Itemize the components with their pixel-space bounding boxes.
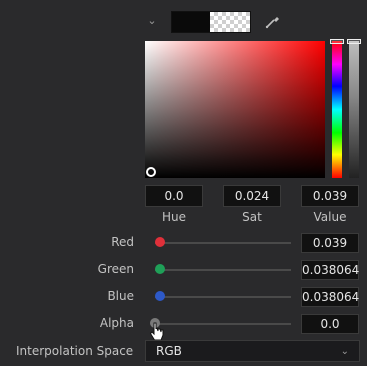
value-slider-bar[interactable] <box>349 41 359 178</box>
interpolation-space-dropdown[interactable]: RGB ⌄ <box>145 340 360 362</box>
sat-input[interactable]: 0.024 <box>223 185 281 207</box>
alpha-checker-swatch <box>210 12 250 32</box>
value-label: Value <box>313 210 347 224</box>
interpolation-space-value: RGB <box>156 344 182 358</box>
blue-label: Blue <box>107 289 134 303</box>
swatch-dropdown-chevron-icon[interactable]: ⌄ <box>143 12 161 30</box>
current-color-swatch <box>172 12 210 32</box>
chevron-down-icon: ⌄ <box>340 345 349 357</box>
eyedropper-icon[interactable] <box>264 12 282 30</box>
value-slider-thumb[interactable] <box>347 39 361 44</box>
saturation-value-marker[interactable] <box>146 167 156 177</box>
red-slider-track[interactable] <box>155 242 291 244</box>
alpha-value-input[interactable]: 0.0 <box>301 314 359 334</box>
interpolation-space-label: Interpolation Space <box>16 344 134 358</box>
red-value-input[interactable]: 0.039 <box>301 233 359 253</box>
green-label: Green <box>97 262 134 276</box>
hue-label: Hue <box>161 210 186 224</box>
hue-slider-bar[interactable] <box>332 41 342 178</box>
red-label: Red <box>111 235 134 249</box>
blue-value-input[interactable]: 0.038064 <box>301 287 359 307</box>
blue-slider-thumb[interactable] <box>155 291 166 301</box>
sat-label: Sat <box>242 210 262 224</box>
red-slider-thumb[interactable] <box>155 237 166 247</box>
value-input[interactable]: 0.039 <box>301 185 359 207</box>
hue-slider-thumb[interactable] <box>330 39 344 44</box>
hue-input[interactable]: 0.0 <box>145 185 203 207</box>
color-swatch[interactable] <box>171 11 251 33</box>
alpha-slider-track[interactable] <box>155 323 291 325</box>
saturation-value-field[interactable] <box>145 41 325 178</box>
alpha-label: Alpha <box>99 316 134 330</box>
green-value-input[interactable]: 0.038064 <box>301 260 359 280</box>
green-slider-track[interactable] <box>155 269 291 271</box>
green-slider-thumb[interactable] <box>155 264 166 274</box>
blue-slider-track[interactable] <box>155 296 291 298</box>
